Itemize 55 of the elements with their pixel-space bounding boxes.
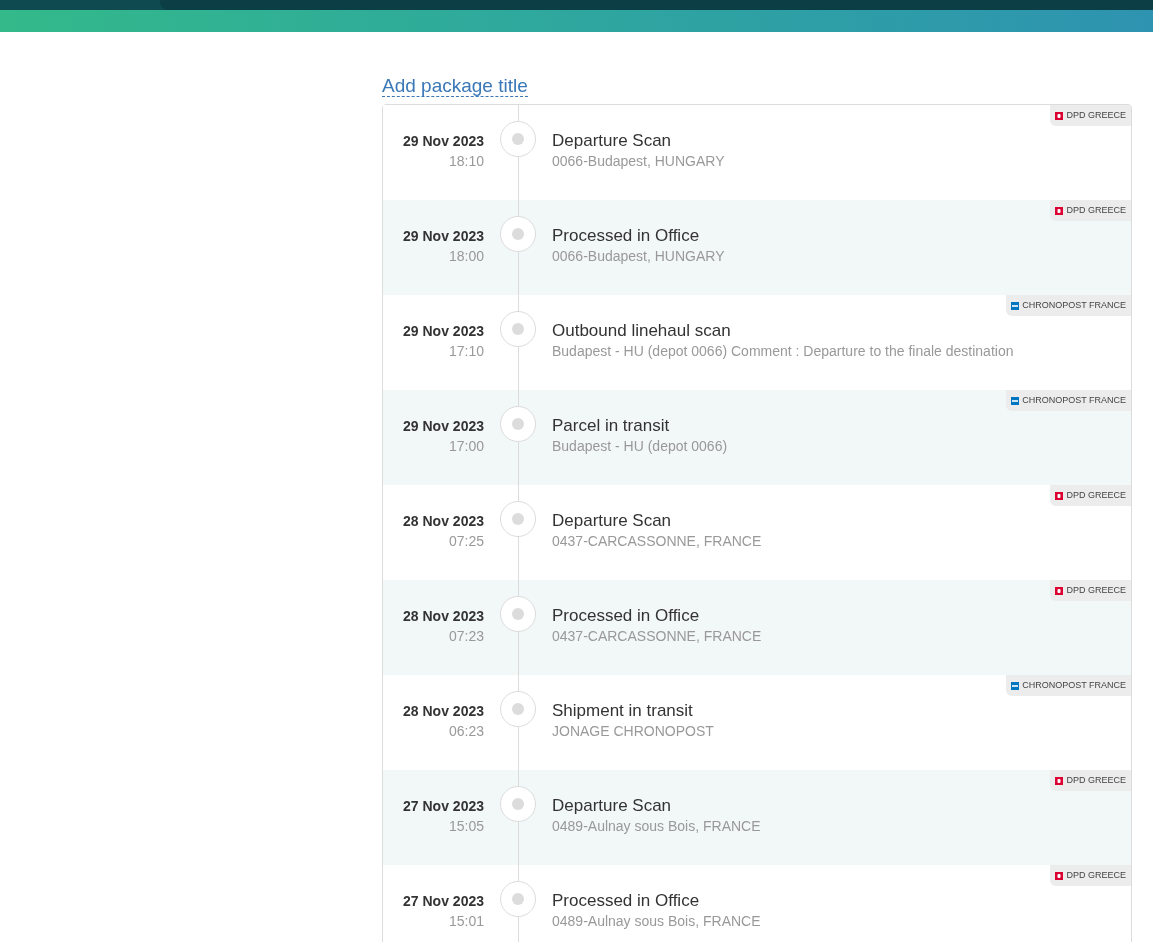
event-date: 29 Nov 2023	[403, 227, 484, 246]
carrier-name: DPD GREECE	[1066, 203, 1126, 217]
event-location: 0437-CARCASSONNE, FRANCE	[552, 532, 762, 551]
event-date: 28 Nov 2023	[403, 512, 484, 531]
event-date: 29 Nov 2023	[403, 417, 484, 436]
event-date: 28 Nov 2023	[403, 702, 484, 721]
event-time: 18:10	[448, 152, 484, 171]
event-location: Budapest - HU (depot 0066)	[552, 437, 728, 456]
event-title: Departure Scan	[552, 796, 673, 816]
add-title-link[interactable]: Add package title	[382, 75, 528, 97]
carrier-name: CHRONOPOST FRANCE	[1022, 678, 1126, 692]
carrier-name: DPD GREECE	[1066, 773, 1126, 787]
carrier-logo-icon	[1055, 491, 1064, 500]
carrier-logo-icon	[1055, 586, 1064, 595]
carrier-logo-icon	[1011, 396, 1020, 405]
carrier-name: DPD GREECE	[1066, 868, 1126, 882]
event-time: 15:05	[448, 817, 484, 836]
event-location: 0066-Budapest, HUNGARY	[552, 152, 725, 171]
carrier-name: DPD GREECE	[1066, 488, 1126, 502]
event-title: Departure Scan	[552, 511, 673, 531]
carrier-logo-icon	[1055, 776, 1064, 785]
carrier-logo-icon	[1055, 206, 1064, 215]
event-location: 0489-Aulnay sous Bois, FRANCE	[552, 817, 761, 836]
carrier-logo-icon	[1055, 871, 1064, 880]
event-title: Processed in Office	[552, 891, 701, 911]
event-location: 0489-Aulnay sous Bois, FRANCE	[552, 912, 761, 931]
carrier-logo-icon	[1011, 681, 1020, 690]
event-date: 29 Nov 2023	[403, 132, 484, 151]
event-location: 0066-Budapest, HUNGARY	[552, 247, 725, 266]
event-time: 07:25	[448, 532, 484, 551]
event-time: 17:10	[448, 342, 484, 361]
event-title: Parcel in transit	[552, 416, 671, 436]
event-title: Shipment in transit	[552, 701, 694, 721]
event-date: 29 Nov 2023	[403, 322, 484, 341]
event-time: 18:00	[448, 247, 484, 266]
event-title: Processed in Office	[552, 226, 701, 246]
event-title: Processed in Office	[552, 606, 701, 626]
carrier-name: CHRONOPOST FRANCE	[1022, 393, 1126, 407]
event-title: Departure Scan	[552, 131, 673, 151]
carrier-name: DPD GREECE	[1066, 108, 1126, 122]
carrier-name: CHRONOPOST FRANCE	[1022, 298, 1126, 312]
carrier-name: DPD GREECE	[1066, 583, 1126, 597]
event-location: JONAGE CHRONOPOST	[552, 722, 714, 741]
carrier-logo-icon	[1055, 111, 1064, 120]
event-time: 06:23	[448, 722, 484, 741]
event-date: 27 Nov 2023	[403, 797, 484, 816]
carrier-logo-icon	[1011, 301, 1020, 310]
event-time: 07:23	[448, 627, 484, 646]
event-location: Budapest - HU (depot 0066) Comment : Departure to the finale destination	[552, 342, 1014, 361]
event-title: Outbound linehaul scan	[552, 321, 732, 341]
event-time: 17:00	[448, 437, 484, 456]
event-time: 15:01	[448, 912, 484, 931]
event-date: 27 Nov 2023	[403, 892, 484, 911]
event-location: 0437-CARCASSONNE, FRANCE	[552, 627, 762, 646]
event-date: 28 Nov 2023	[403, 607, 484, 626]
